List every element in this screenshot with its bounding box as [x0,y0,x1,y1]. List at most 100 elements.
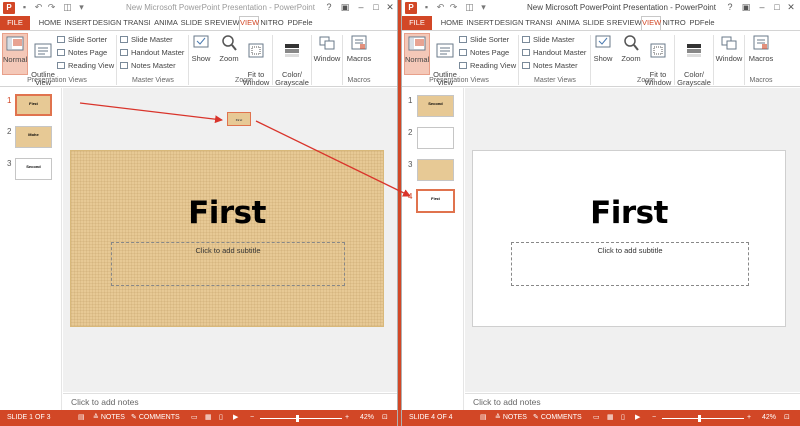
zoom-out-icon[interactable]: − [250,410,254,426]
zoom-slider[interactable] [260,418,342,419]
tab-nitro[interactable]: NITRO [662,16,686,30]
slide-thumbnail[interactable]: Mohe [15,126,52,148]
maximize-icon[interactable]: □ [771,1,783,14]
slide-title[interactable]: First [473,195,785,231]
zoom-slider-thumb[interactable] [296,415,299,422]
notes-toggle[interactable]: ≙ NOTES [495,410,527,426]
fit-slide-icon[interactable]: ⊡ [382,410,388,426]
normal-view-status-icon[interactable]: ▭ [191,410,198,426]
qat-customize-icon[interactable]: ▾ [478,2,489,13]
show-button[interactable]: Show [190,33,212,63]
tab-pdfelement[interactable]: PDFele [286,16,314,30]
zoom-button[interactable]: Zoom [619,33,643,63]
window-button[interactable]: Window [312,33,342,63]
tab-file[interactable]: FILE [0,16,30,30]
outline-view-button[interactable]: Outline View [30,33,56,87]
comments-toggle[interactable]: ✎ COMMENTS [533,410,582,426]
zoom-level[interactable]: 42% [360,410,374,426]
notes-pane[interactable]: Click to add notes [63,393,397,410]
minimize-icon[interactable]: – [756,1,768,14]
save-icon[interactable]: ▪ [19,2,30,13]
reading-view-button[interactable]: Reading View [459,60,516,71]
zoom-button[interactable]: Zoom [217,33,241,63]
help-icon[interactable]: ? [323,1,335,14]
handout-master-button[interactable]: Handout Master [120,47,184,58]
zoom-out-icon[interactable]: − [652,410,656,426]
macros-button[interactable]: Macros [746,33,776,63]
slide-sorter-button[interactable]: Slide Sorter [459,34,509,45]
color-grayscale-button[interactable]: Color/ Grayscale [676,33,712,87]
notes-page-button[interactable]: Notes Page [57,47,107,58]
qat-customize-icon[interactable]: ▾ [76,2,87,13]
slide-thumbnail[interactable] [417,159,454,181]
ribbon-display-icon[interactable]: ▣ [740,1,752,14]
tab-home[interactable]: HOME [36,16,64,30]
reading-view-status-icon[interactable]: ▯ [219,410,223,426]
tab-animations[interactable]: ANIMA [554,16,582,30]
handout-master-button[interactable]: Handout Master [522,47,586,58]
zoom-slider-thumb[interactable] [698,415,701,422]
help-icon[interactable]: ? [724,1,736,14]
zoom-level[interactable]: 42% [762,410,776,426]
maximize-icon[interactable]: □ [370,1,382,14]
tab-home[interactable]: HOME [438,16,466,30]
macros-button[interactable]: Macros [344,33,374,63]
fit-slide-icon[interactable]: ⊡ [784,410,790,426]
slide-master-button[interactable]: Slide Master [522,34,575,45]
slide-title[interactable]: First [71,195,383,231]
undo-icon[interactable]: ↶ [435,2,446,13]
show-button[interactable]: Show [592,33,614,63]
subtitle-placeholder[interactable]: Click to add subtitle [111,242,345,286]
ribbon-display-icon[interactable]: ▣ [339,1,351,14]
reading-view-status-icon[interactable]: ▯ [621,410,625,426]
tab-review[interactable]: REVIEW [210,16,240,30]
slide-sorter-status-icon[interactable]: ▦ [607,410,614,426]
tab-transitions[interactable]: TRANSI [524,16,554,30]
tab-slide-show[interactable]: SLIDE S [582,16,612,30]
slide-sorter-status-icon[interactable]: ▦ [205,410,212,426]
slide-thumbnail[interactable]: First [416,189,455,213]
minimize-icon[interactable]: – [355,1,367,14]
tab-pdfelement[interactable]: PDFele [688,16,716,30]
slide-thumbnail[interactable] [417,127,454,149]
slide-sorter-button[interactable]: Slide Sorter [57,34,107,45]
zoom-in-icon[interactable]: + [345,410,349,426]
zoom-in-icon[interactable]: + [747,410,751,426]
normal-view-button[interactable]: Normal [2,33,28,75]
slide-thumbnail[interactable]: First [15,94,52,116]
slide-thumbnail[interactable]: Second [417,95,454,117]
spellcheck-icon[interactable]: ▤ [480,410,487,426]
close-icon[interactable]: ✕ [384,1,396,14]
save-icon[interactable]: ▪ [421,2,432,13]
normal-view-button[interactable]: Normal [404,33,430,75]
start-from-beginning-icon[interactable]: ◫ [62,2,73,13]
color-grayscale-button[interactable]: Color/ Grayscale [274,33,310,87]
tab-view[interactable]: VIEW [239,16,259,30]
start-from-beginning-icon[interactable]: ◫ [464,2,475,13]
window-button[interactable]: Window [714,33,744,63]
outline-view-button[interactable]: Outline View [432,33,458,87]
tab-slide-show[interactable]: SLIDE S [180,16,210,30]
dragged-slide-thumbnail[interactable]: First [227,112,251,126]
reading-view-button[interactable]: Reading View [57,60,114,71]
tab-animations[interactable]: ANIMA [152,16,180,30]
notes-toggle[interactable]: ≙ NOTES [93,410,125,426]
spellcheck-icon[interactable]: ▤ [78,410,85,426]
current-slide[interactable]: First Click to add subtitle [70,150,384,327]
tab-design[interactable]: DESIGN [92,16,122,30]
undo-icon[interactable]: ↶ [33,2,44,13]
slideshow-status-icon[interactable]: ▶ [635,410,640,426]
notes-page-button[interactable]: Notes Page [459,47,509,58]
tab-review[interactable]: REVIEW [612,16,642,30]
tab-insert[interactable]: INSERT [64,16,92,30]
slide-thumbnail[interactable]: Second [15,158,52,180]
comments-toggle[interactable]: ✎ COMMENTS [131,410,180,426]
notes-pane[interactable]: Click to add notes [465,393,800,410]
redo-icon[interactable]: ↷ [46,2,57,13]
slideshow-status-icon[interactable]: ▶ [233,410,238,426]
slide-master-button[interactable]: Slide Master [120,34,173,45]
tab-transitions[interactable]: TRANSI [122,16,152,30]
close-icon[interactable]: ✕ [785,1,797,14]
notes-master-button[interactable]: Notes Master [120,60,176,71]
normal-view-status-icon[interactable]: ▭ [593,410,600,426]
